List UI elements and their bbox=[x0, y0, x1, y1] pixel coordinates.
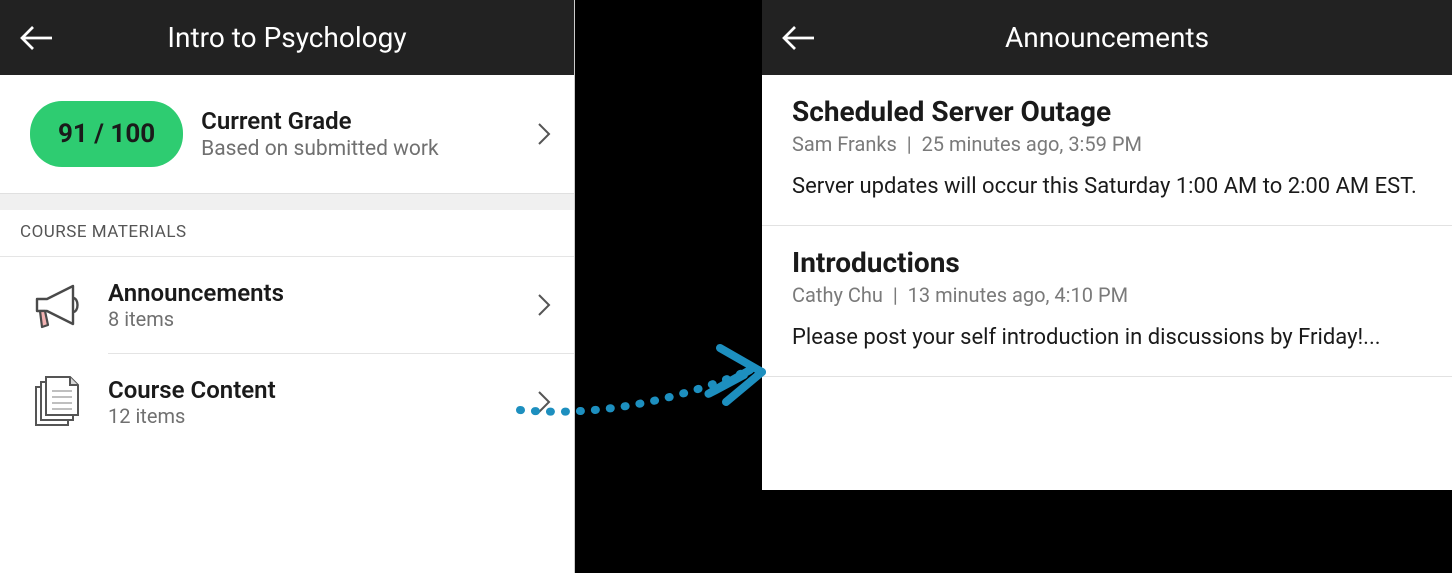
course-screen: Intro to Psychology 91 / 100 Current Gra… bbox=[0, 0, 575, 573]
section-header: COURSE MATERIALS bbox=[0, 210, 574, 257]
chevron-right-icon bbox=[536, 292, 552, 318]
grade-card[interactable]: 91 / 100 Current Grade Based on submitte… bbox=[0, 75, 574, 194]
page-title: Announcements bbox=[1005, 21, 1209, 54]
material-subtitle: 12 items bbox=[108, 404, 516, 428]
announcement-meta: Sam Franks | 25 minutes ago, 3:59 PM bbox=[792, 132, 1422, 156]
announcement-time: 25 minutes ago, 3:59 PM bbox=[922, 132, 1142, 156]
material-title: Announcements bbox=[108, 279, 516, 307]
material-announcements[interactable]: Announcements 8 items bbox=[0, 257, 574, 353]
back-arrow-icon bbox=[19, 24, 53, 52]
grade-info: Current Grade Based on submitted work bbox=[201, 107, 518, 161]
material-info: Course Content 12 items bbox=[108, 376, 516, 428]
back-button[interactable] bbox=[780, 20, 816, 56]
material-title: Course Content bbox=[108, 376, 516, 404]
back-button[interactable] bbox=[18, 20, 54, 56]
grade-title: Current Grade bbox=[201, 107, 518, 135]
announcement-title: Introductions bbox=[792, 246, 1422, 279]
announcement-item[interactable]: Scheduled Server Outage Sam Franks | 25 … bbox=[762, 75, 1452, 226]
material-info: Announcements 8 items bbox=[108, 279, 516, 331]
header-bar: Announcements bbox=[762, 0, 1452, 75]
announcement-item[interactable]: Introductions Cathy Chu | 13 minutes ago… bbox=[762, 226, 1452, 377]
grade-subtitle: Based on submitted work bbox=[201, 137, 518, 161]
announcements-screen: Announcements Scheduled Server Outage Sa… bbox=[762, 0, 1452, 490]
announcement-title: Scheduled Server Outage bbox=[792, 95, 1422, 128]
chevron-right-icon bbox=[536, 389, 552, 415]
announcement-body: Server updates will occur this Saturday … bbox=[792, 172, 1422, 203]
documents-icon bbox=[28, 374, 88, 430]
announcement-meta: Cathy Chu | 13 minutes ago, 4:10 PM bbox=[792, 283, 1422, 307]
announcement-time: 13 minutes ago, 4:10 PM bbox=[908, 283, 1128, 307]
material-subtitle: 8 items bbox=[108, 307, 516, 331]
megaphone-icon bbox=[28, 277, 88, 333]
announcement-body: Please post your self introduction in di… bbox=[792, 323, 1422, 354]
announcement-author: Sam Franks bbox=[792, 132, 897, 156]
header-bar: Intro to Psychology bbox=[0, 0, 574, 75]
chevron-right-icon bbox=[536, 121, 552, 147]
grade-score-pill: 91 / 100 bbox=[30, 101, 183, 167]
page-title: Intro to Psychology bbox=[167, 21, 406, 54]
announcement-author: Cathy Chu bbox=[792, 283, 883, 307]
back-arrow-icon bbox=[781, 24, 815, 52]
material-course-content[interactable]: Course Content 12 items bbox=[0, 354, 574, 450]
section-gap bbox=[0, 194, 574, 210]
